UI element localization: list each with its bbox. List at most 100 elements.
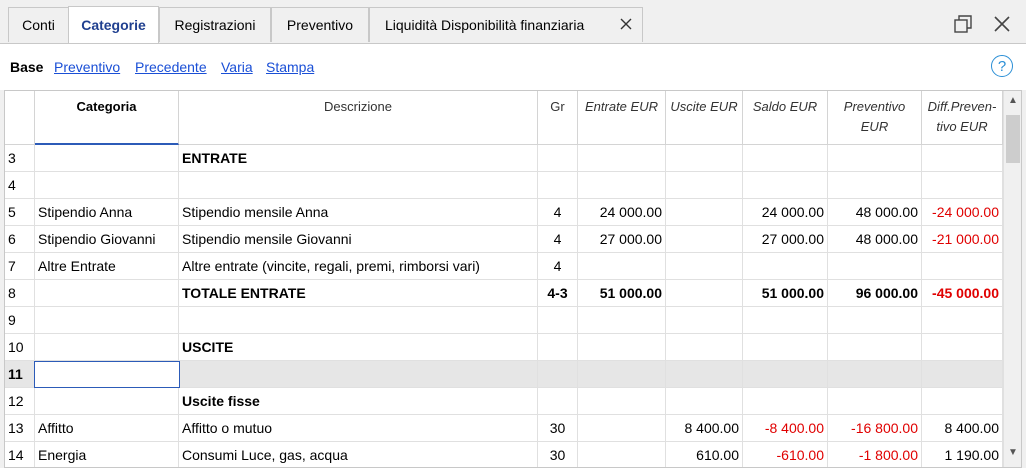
- diff-preventivo-cell[interactable]: [922, 172, 1003, 199]
- entrate-cell[interactable]: [578, 307, 666, 334]
- table-row[interactable]: 7 Altre Entrate Altre entrate (vincite, re…: [5, 253, 1005, 280]
- descrizione-cell[interactable]: Consumi Luce, gas, acqua: [179, 442, 538, 467]
- entrate-cell[interactable]: [578, 442, 666, 467]
- table-row[interactable]: 9: [5, 307, 1005, 334]
- cell-editor-selection[interactable]: [34, 361, 180, 388]
- entrate-cell[interactable]: 24 000.00: [578, 199, 666, 226]
- categoria-cell[interactable]: Altre Entrate: [35, 253, 179, 280]
- table-row[interactable]: 10 USCITE: [5, 334, 1005, 361]
- saldo-cell[interactable]: 24 000.00: [743, 199, 828, 226]
- tab-registrazioni[interactable]: Registrazioni: [159, 7, 271, 42]
- table-row[interactable]: 8 TOTALE ENTRATE 4-3 51 000.00 51 000.00 96 0…: [5, 280, 1005, 307]
- gr-cell[interactable]: [538, 334, 578, 361]
- entrate-cell[interactable]: [578, 172, 666, 199]
- diff-preventivo-cell[interactable]: -45 000.00: [922, 280, 1003, 307]
- gr-cell[interactable]: [538, 172, 578, 199]
- categoria-cell[interactable]: [35, 145, 179, 172]
- preventivo-cell[interactable]: [828, 307, 922, 334]
- preventivo-cell[interactable]: [828, 361, 922, 388]
- uscite-cell[interactable]: [666, 172, 743, 199]
- gr-cell[interactable]: 4: [538, 199, 578, 226]
- preventivo-cell[interactable]: -1 800.00: [828, 442, 922, 467]
- diff-preventivo-cell[interactable]: -24 000.00: [922, 199, 1003, 226]
- entrate-cell[interactable]: [578, 145, 666, 172]
- view-stampa[interactable]: Stampa: [266, 59, 314, 75]
- uscite-cell[interactable]: [666, 361, 743, 388]
- diff-preventivo-cell[interactable]: [922, 361, 1003, 388]
- descrizione-cell[interactable]: [179, 361, 538, 388]
- descrizione-cell[interactable]: Uscite fisse: [179, 388, 538, 415]
- gr-cell[interactable]: [538, 307, 578, 334]
- entrate-cell[interactable]: [578, 253, 666, 280]
- header-gr[interactable]: Gr: [538, 91, 578, 145]
- entrate-cell[interactable]: [578, 388, 666, 415]
- categoria-cell[interactable]: [35, 172, 179, 199]
- tab-preventivo[interactable]: Preventivo: [271, 7, 369, 42]
- gr-cell[interactable]: 30: [538, 442, 578, 467]
- vertical-scrollbar[interactable]: ▲ ▼: [1003, 91, 1021, 467]
- saldo-cell[interactable]: [743, 307, 828, 334]
- view-base[interactable]: Base: [10, 59, 43, 75]
- diff-preventivo-cell[interactable]: 8 400.00: [922, 415, 1003, 442]
- close-tab-icon[interactable]: [620, 18, 632, 30]
- categoria-cell[interactable]: [35, 388, 179, 415]
- scroll-up-icon[interactable]: ▲: [1004, 95, 1021, 106]
- header-preventivo[interactable]: Preventivo EUR: [828, 91, 922, 145]
- categoria-cell[interactable]: [35, 280, 179, 307]
- uscite-cell[interactable]: [666, 334, 743, 361]
- view-precedente[interactable]: Precedente: [135, 59, 207, 75]
- diff-preventivo-cell[interactable]: [922, 307, 1003, 334]
- gr-cell[interactable]: 30: [538, 415, 578, 442]
- gr-cell[interactable]: 4-3: [538, 280, 578, 307]
- table-row[interactable]: 13 Affitto Affitto o mutuo 30 8 400.00 -8 400…: [5, 415, 1005, 442]
- categoria-cell[interactable]: Stipendio Giovanni: [35, 226, 179, 253]
- descrizione-cell[interactable]: Stipendio mensile Anna: [179, 199, 538, 226]
- table-row[interactable]: 4: [5, 172, 1005, 199]
- descrizione-cell[interactable]: Altre entrate (vincite, regali, premi, r…: [179, 253, 538, 280]
- diff-preventivo-cell[interactable]: [922, 334, 1003, 361]
- descrizione-cell[interactable]: [179, 172, 538, 199]
- saldo-cell[interactable]: [743, 334, 828, 361]
- uscite-cell[interactable]: [666, 253, 743, 280]
- entrate-cell[interactable]: [578, 415, 666, 442]
- preventivo-cell[interactable]: 96 000.00: [828, 280, 922, 307]
- entrate-cell[interactable]: [578, 361, 666, 388]
- preventivo-cell[interactable]: 48 000.00: [828, 226, 922, 253]
- diff-preventivo-cell[interactable]: [922, 145, 1003, 172]
- descrizione-cell[interactable]: [179, 307, 538, 334]
- gr-cell[interactable]: 4: [538, 226, 578, 253]
- preventivo-cell[interactable]: [828, 388, 922, 415]
- close-window-icon[interactable]: [992, 14, 1012, 34]
- tab-liquidita[interactable]: Liquidità Disponibilità finanziaria: [369, 7, 643, 42]
- saldo-cell[interactable]: 27 000.00: [743, 226, 828, 253]
- entrate-cell[interactable]: [578, 334, 666, 361]
- table-row[interactable]: 5 Stipendio Anna Stipendio mensile Anna 4 24…: [5, 199, 1005, 226]
- table-row[interactable]: 11: [5, 361, 1005, 388]
- saldo-cell[interactable]: [743, 172, 828, 199]
- diff-preventivo-cell[interactable]: [922, 253, 1003, 280]
- saldo-cell[interactable]: [743, 253, 828, 280]
- diff-preventivo-cell[interactable]: -21 000.00: [922, 226, 1003, 253]
- uscite-cell[interactable]: [666, 199, 743, 226]
- entrate-cell[interactable]: 27 000.00: [578, 226, 666, 253]
- restore-window-icon[interactable]: [953, 14, 973, 34]
- categoria-cell[interactable]: Stipendio Anna: [35, 199, 179, 226]
- descrizione-cell[interactable]: TOTALE ENTRATE: [179, 280, 538, 307]
- entrate-cell[interactable]: 51 000.00: [578, 280, 666, 307]
- categoria-cell[interactable]: Energia: [35, 442, 179, 467]
- gr-cell[interactable]: 4: [538, 253, 578, 280]
- table-row[interactable]: 6 Stipendio Giovanni Stipendio mensile Gio…: [5, 226, 1005, 253]
- saldo-cell[interactable]: [743, 388, 828, 415]
- table-row[interactable]: 14 Energia Consumi Luce, gas, acqua 30 610.0…: [5, 442, 1005, 467]
- saldo-cell[interactable]: 51 000.00: [743, 280, 828, 307]
- gr-cell[interactable]: [538, 361, 578, 388]
- tab-conti[interactable]: Conti: [8, 7, 69, 42]
- preventivo-cell[interactable]: 48 000.00: [828, 199, 922, 226]
- categoria-cell[interactable]: [35, 307, 179, 334]
- saldo-cell[interactable]: -610.00: [743, 442, 828, 467]
- table-row[interactable]: 3 ENTRATE: [5, 145, 1005, 172]
- categoria-cell[interactable]: [35, 334, 179, 361]
- header-saldo[interactable]: Saldo EUR: [743, 91, 828, 145]
- header-categoria[interactable]: Categoria: [35, 91, 179, 145]
- saldo-cell[interactable]: -8 400.00: [743, 415, 828, 442]
